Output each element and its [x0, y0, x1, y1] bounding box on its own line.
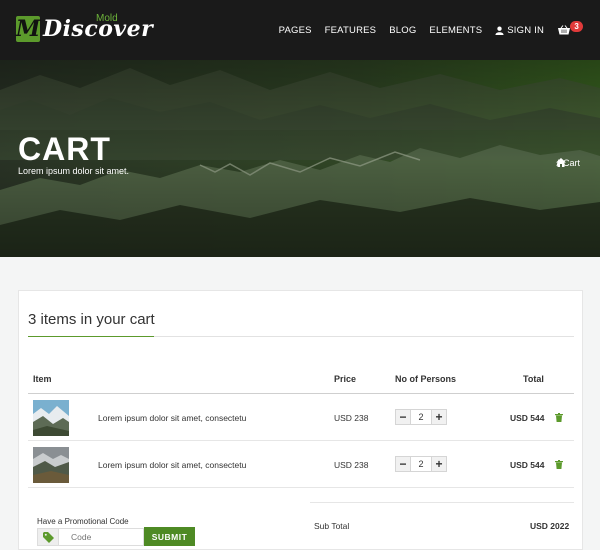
heading-accent-line	[28, 336, 154, 337]
summary-divider	[310, 502, 574, 503]
trash-icon[interactable]	[555, 460, 563, 469]
promo-label: Have a Promotional Code	[37, 517, 129, 526]
quantity-stepper: − 2 +	[395, 456, 447, 472]
subtotal-value: USD 2022	[530, 521, 570, 531]
nav-elements[interactable]: ELEMENTS	[429, 25, 482, 36]
nav-pages[interactable]: PAGES	[279, 25, 312, 36]
nav-cart[interactable]: 3	[558, 21, 583, 35]
increase-button[interactable]: +	[431, 409, 447, 425]
basket-icon	[558, 25, 570, 35]
quantity-value[interactable]: 2	[411, 409, 431, 425]
col-persons: No of Persons	[395, 374, 457, 384]
sign-in-label: SIGN IN	[507, 24, 544, 36]
main-menu: PAGES FEATURES BLOG ELEMENTS SIGN IN 3	[266, 0, 583, 60]
col-price: Price	[334, 374, 357, 384]
logo-mark: M	[15, 16, 41, 42]
page-subtitle: Lorem ipsum dolor sit amet.	[18, 166, 130, 176]
table-row: Lorem ipsum dolor sit amet, consectetu U…	[28, 441, 574, 488]
brand-logo[interactable]: M Discover Mold	[15, 13, 153, 42]
increase-button[interactable]: +	[431, 456, 447, 472]
top-navbar: M Discover Mold PAGES FEATURES BLOG ELEM…	[0, 0, 600, 60]
table-row: Lorem ipsum dolor sit amet, consectetu U…	[28, 394, 574, 441]
col-total: Total	[523, 374, 544, 384]
col-item: Item	[33, 374, 52, 384]
trash-icon[interactable]	[555, 413, 563, 422]
submit-button[interactable]: SUBMIT	[144, 527, 195, 546]
user-icon	[495, 26, 504, 35]
item-price: USD 238	[334, 460, 369, 470]
cart-count-badge: 3	[570, 21, 583, 32]
breadcrumb: / Cart	[556, 158, 580, 168]
decrease-button[interactable]: −	[395, 409, 411, 425]
subtotal-label: Sub Total	[314, 521, 350, 531]
item-description[interactable]: Lorem ipsum dolor sit amet, consectetu	[98, 460, 246, 470]
promo-code-input[interactable]	[59, 528, 144, 546]
cart-panel: 3 items in your cart Item Price No of Pe…	[18, 290, 583, 550]
decrease-button[interactable]: −	[395, 456, 411, 472]
nav-blog[interactable]: BLOG	[389, 25, 416, 36]
item-total: USD 544	[510, 413, 545, 423]
item-total: USD 544	[510, 460, 545, 470]
hero-banner: CART Lorem ipsum dolor sit amet. / Cart	[0, 60, 600, 257]
cart-heading: 3 items in your cart	[28, 311, 155, 328]
nav-features[interactable]: FEATURES	[325, 25, 377, 36]
item-thumbnail[interactable]	[33, 447, 69, 483]
item-thumbnail[interactable]	[33, 400, 69, 436]
quantity-stepper: − 2 +	[395, 409, 447, 425]
page-title: CART	[18, 131, 111, 167]
tag-icon	[37, 528, 59, 546]
item-description[interactable]: Lorem ipsum dolor sit amet, consectetu	[98, 413, 246, 423]
logo-subtext: Mold	[96, 13, 118, 24]
nav-sign-in[interactable]: SIGN IN	[495, 25, 544, 36]
item-price: USD 238	[334, 413, 369, 423]
home-icon[interactable]	[556, 158, 567, 167]
quantity-value[interactable]: 2	[411, 456, 431, 472]
